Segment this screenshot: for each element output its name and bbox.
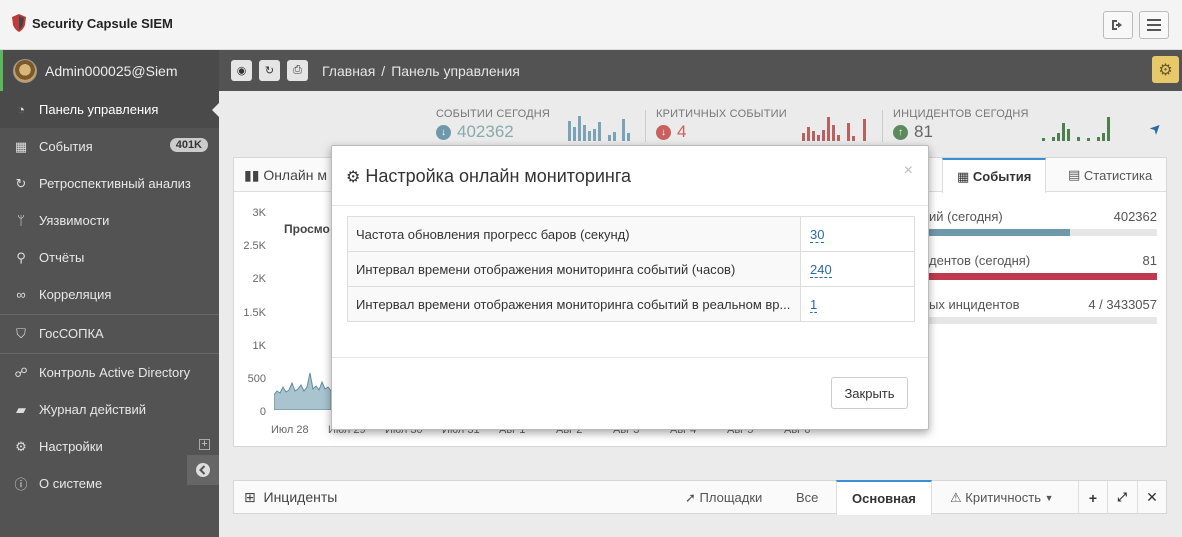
refresh-frequency-value[interactable]: 30 (810, 226, 825, 243)
gear-icon: ⚙ (346, 168, 361, 186)
close-button[interactable]: Закрыть (831, 377, 908, 409)
modal-close-x-button[interactable]: × (904, 162, 913, 180)
modal-title: ⚙ Настройка онлайн мониторинга (346, 166, 632, 186)
table-row: Частота обновления прогресс баров (секун… (347, 216, 915, 252)
display-interval-value[interactable]: 240 (810, 261, 832, 278)
settings-modal: ⚙ Настройка онлайн мониторинга × Частота… (331, 145, 929, 430)
realtime-interval-value[interactable]: 1 (810, 296, 818, 313)
settings-table: Частота обновления прогресс баров (секун… (347, 216, 915, 322)
table-row: Интервал времени отображения мониторинга… (347, 286, 915, 322)
table-row: Интервал времени отображения мониторинга… (347, 251, 915, 287)
